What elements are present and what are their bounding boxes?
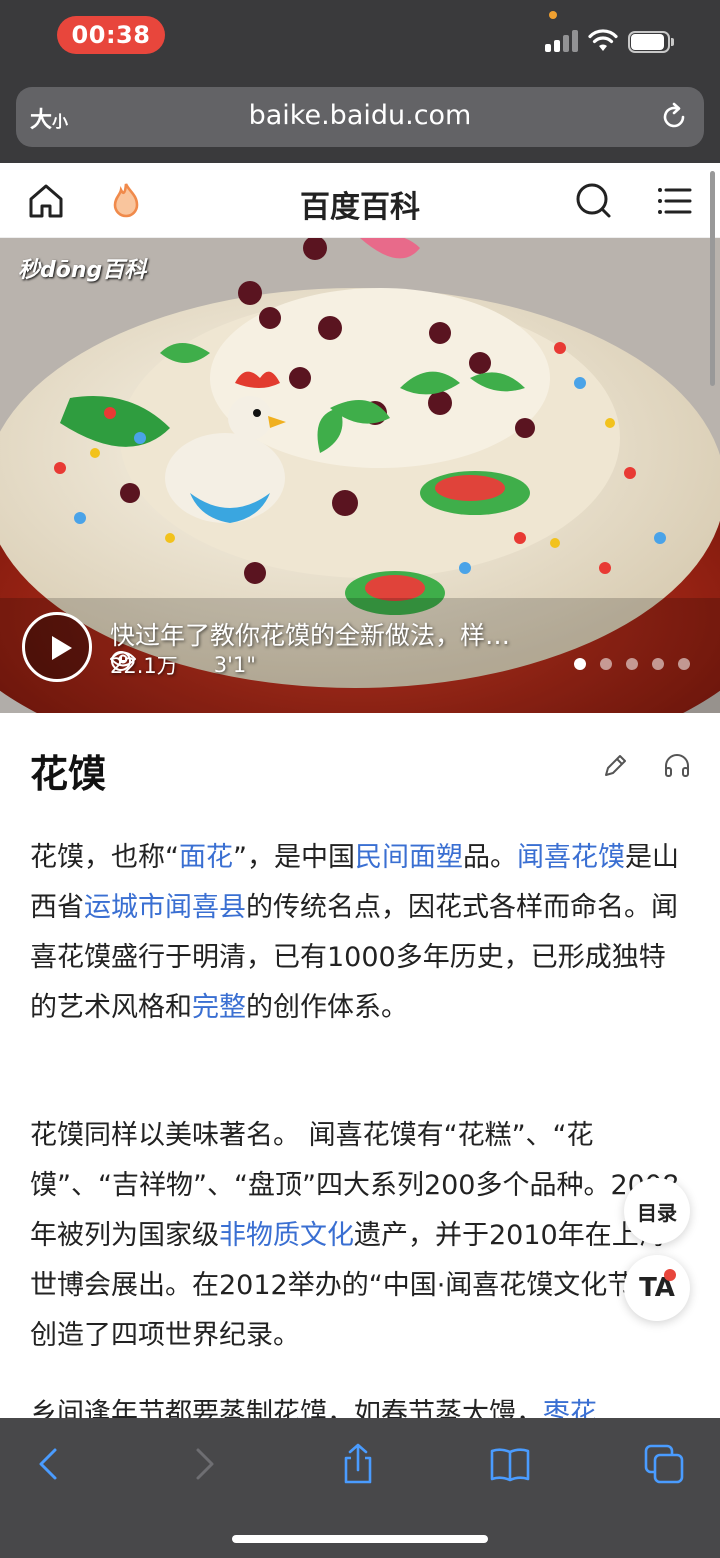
article-text: 品。 <box>463 842 517 873</box>
article-text: 的创作体系。 <box>246 992 408 1023</box>
article-link[interactable]: 闻喜县 <box>165 892 246 923</box>
edit-icon[interactable] <box>600 751 630 781</box>
hero-video[interactable]: 秒dōng百科 快过年了教你花馍的全新做法，样… 22.1万 3'1" <box>0 238 720 713</box>
wifi-icon <box>588 29 618 51</box>
article-link[interactable]: 面花 <box>179 842 233 873</box>
clock-icon <box>111 651 131 671</box>
carousel-dots[interactable] <box>574 658 690 670</box>
carousel-dot[interactable] <box>678 658 690 670</box>
carousel-dot[interactable] <box>600 658 612 670</box>
menu-icon[interactable] <box>655 181 695 221</box>
carousel-dot[interactable] <box>652 658 664 670</box>
toc-button[interactable]: 目录 <box>624 1178 690 1244</box>
article-paragraph-3: 乡间逢年节都要蒸制花馍，如春节蒸大馒，枣花 <box>30 1389 680 1418</box>
tabs-icon[interactable] <box>642 1442 686 1486</box>
headphones-icon[interactable] <box>662 751 692 781</box>
video-title[interactable]: 快过年了教你花馍的全新做法，样… <box>110 616 600 652</box>
article-title: 花馍 <box>30 752 107 796</box>
address-bar[interactable]: 大小 baike.baidu.com <box>16 87 704 147</box>
article-link[interactable]: 完整 <box>192 992 246 1023</box>
video-meta: 22.1万 3'1" <box>110 650 256 680</box>
search-icon[interactable] <box>574 181 614 221</box>
article-link[interactable]: 闻喜花馍 <box>517 842 625 873</box>
article-text: 乡间逢年节都要蒸制花馍，如春节蒸大馒， <box>30 1398 543 1418</box>
carousel-dot[interactable] <box>574 658 586 670</box>
carousel-dot[interactable] <box>626 658 638 670</box>
url-text[interactable]: baike.baidu.com <box>16 100 704 131</box>
scrollbar[interactable] <box>710 171 715 386</box>
article-paragraph-2: 花馍同样以美味著名。 闻喜花馍有“花糕”、“花馍”、“吉祥物”、“盘顶”四大系列… <box>30 1111 680 1361</box>
cellular-signal-icon <box>545 30 579 52</box>
reload-icon[interactable] <box>658 101 690 133</box>
notification-dot <box>664 1269 676 1281</box>
toc-label: 目录 <box>637 1200 677 1225</box>
ta-button[interactable]: TA <box>624 1255 690 1321</box>
video-duration: 3'1" <box>213 653 256 677</box>
article-link[interactable]: 枣花 <box>543 1398 597 1418</box>
share-icon[interactable] <box>336 1442 380 1486</box>
play-button[interactable] <box>22 612 92 682</box>
article-text: ”，是中国 <box>233 842 355 873</box>
article-link[interactable]: 运城市 <box>84 892 165 923</box>
back-icon[interactable] <box>27 1442 71 1486</box>
bookmarks-icon[interactable] <box>488 1442 532 1486</box>
privacy-indicator <box>549 11 557 19</box>
status-bar: 00:38 <box>0 0 720 78</box>
article-link[interactable]: 非物质文化 <box>219 1220 354 1251</box>
forward-icon[interactable] <box>182 1442 226 1486</box>
site-header: 百度百科 <box>0 163 720 238</box>
article-link[interactable]: 民间面塑 <box>355 842 463 873</box>
article-paragraph-1: 花馍，也称“面花”，是中国民间面塑品。闻喜花馍是山西省运城市闻喜县的传统名点，因… <box>30 833 680 1033</box>
web-page: 百度百科 秒dōng百科 快过年了教你花馍的全新做法，样… 22.1万 3'1"… <box>0 163 720 1418</box>
video-watermark: 秒dōng百科 <box>18 258 147 283</box>
status-time[interactable]: 00:38 <box>57 16 165 54</box>
battery-icon <box>628 31 674 53</box>
article-text: 花馍，也称“ <box>30 842 179 873</box>
home-indicator[interactable] <box>232 1535 488 1543</box>
